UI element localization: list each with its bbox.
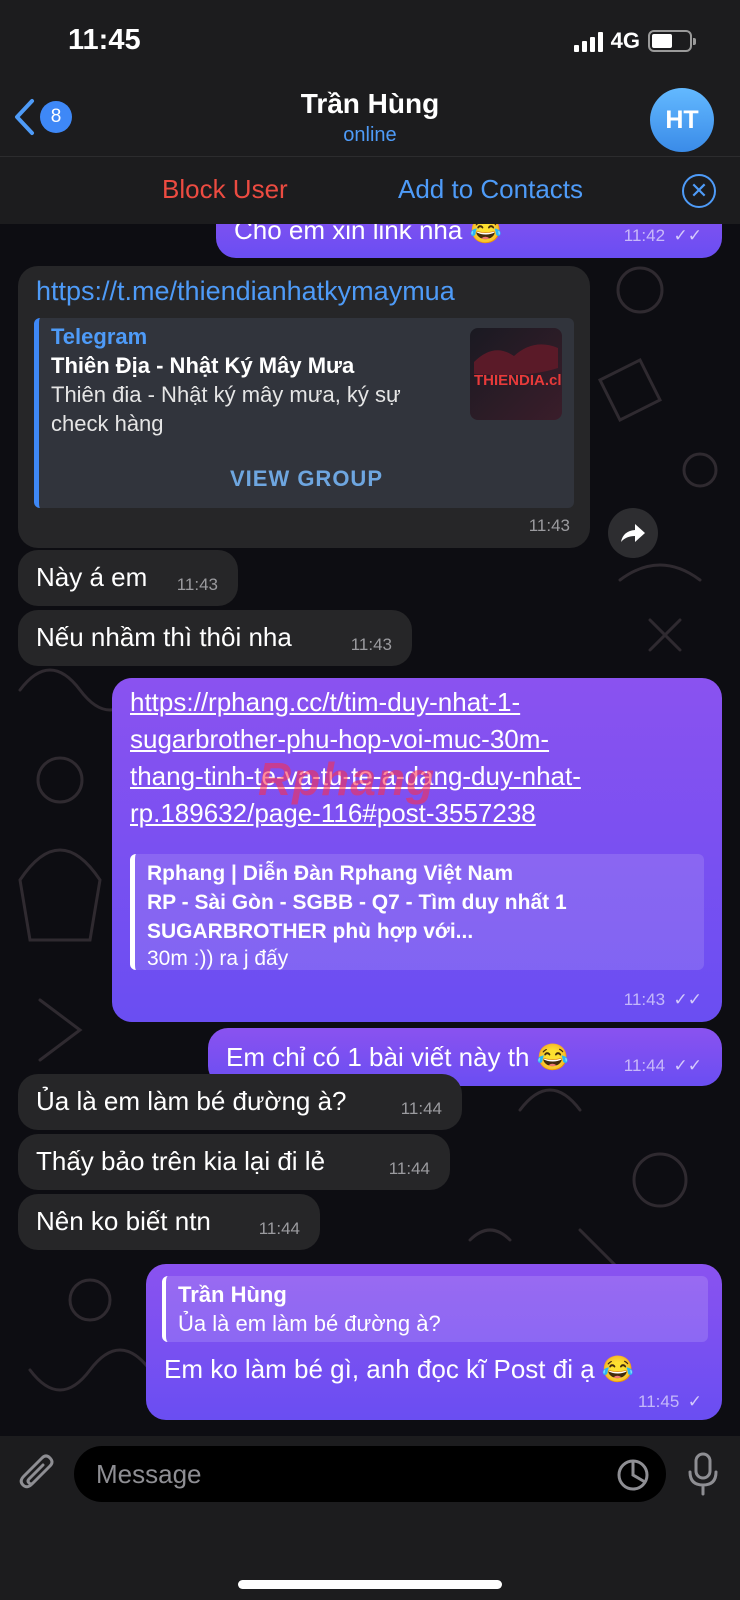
message-text: Ủa là em làm bé đường à? [36,1086,347,1116]
message-text: Này á em [36,562,148,592]
message-link[interactable]: https://rphang.cc/t/tim-duy-nhat-1- [130,684,520,721]
avatar[interactable]: HT [650,88,714,152]
message-time: 11:43 [176,575,218,594]
read-checkmarks-icon: ✓✓ [673,1056,703,1075]
battery-icon [648,30,696,52]
message-text: Em ko làm bé gì, anh đọc kĩ Post đi ạ 😂 [164,1354,635,1384]
thumbnail-label: THIENDIA.club [474,372,562,389]
block-user-button[interactable]: Block User [162,174,288,205]
message-meta: 11:43 ✓✓ [624,990,702,1010]
preview-thumbnail: THIENDIA.club [470,328,562,420]
message-time: 11:44 [258,1219,300,1238]
preview-description: 30m :)) ra j đấy [147,947,289,970]
message-link[interactable]: https://t.me/thiendianhatkymaymua [36,276,455,307]
preview-description: check hàng [51,411,164,436]
close-icon[interactable]: ✕ [682,174,716,208]
cellular-signal-icon [573,30,603,52]
read-checkmarks-icon: ✓✓ [673,990,703,1009]
message-meta: 11:42 ✓✓ [624,226,702,246]
status-icons: 4G [573,28,696,54]
add-to-contacts-button[interactable]: Add to Contacts [398,174,583,205]
preview-title: Rphang | Diễn Đàn Rphang Việt Nam [147,862,514,885]
view-group-button[interactable]: VIEW GROUP [39,466,574,492]
message-text: Em chỉ có 1 bài viết này th 😂 [226,1042,570,1072]
message-text: Nếu nhầm thì thôi nha [36,622,292,652]
message-text: Nên ko biết ntn [36,1206,211,1236]
message-time: 11:44 [388,1159,430,1178]
read-checkmarks-icon: ✓✓ [673,226,703,245]
reply-quote[interactable]: Trần Hùng Ủa là em làm bé đường à? [162,1276,708,1342]
message-time: 11:43 [623,990,666,1009]
message-incoming[interactable]: Thấy bảo trên kia lại đi lẻ 11:44 [18,1134,450,1190]
message-time: 11:43 [350,635,392,654]
chat-title[interactable]: Trần Hùng [0,88,740,120]
message-outgoing-link[interactable]: https://rphang.cc/t/tim-duy-nhat-1- suga… [112,678,722,1022]
message-composer [0,1436,740,1600]
reply-author: Trần Hùng [178,1282,287,1307]
message-incoming[interactable]: Nên ko biết ntn 11:44 [18,1194,320,1250]
message-input[interactable] [74,1446,666,1502]
chat-status: online [343,124,397,146]
sent-checkmark-icon: ✓ [687,1392,702,1411]
share-button[interactable] [608,508,658,558]
home-indicator [238,1580,502,1589]
message-time: 11:45 [638,1392,680,1411]
sticker-icon[interactable] [616,1458,650,1492]
message-incoming-link[interactable]: https://t.me/thiendianhatkymaymua Telegr… [18,266,590,548]
message-time: 11:43 [528,516,570,535]
microphone-icon[interactable] [686,1452,720,1496]
preview-description: Thiên đia - Nhật ký mây mưa, ký sự [51,382,401,407]
paperclip-icon[interactable] [18,1454,58,1498]
message-incoming[interactable]: Này á em 11:43 [18,550,238,606]
message-incoming[interactable]: Nếu nhầm thì thôi nha 11:43 [18,610,412,666]
contact-action-bar: Block User Add to Contacts ✕ [0,156,740,224]
chevron-left-icon [15,99,34,135]
back-button[interactable]: 8 [12,98,72,136]
message-incoming[interactable]: Ủa là em làm bé đường à? 11:44 [18,1074,462,1130]
link-preview[interactable]: Telegram Thiên Địa - Nhật Ký Mây Mưa Thi… [34,318,574,508]
share-arrow-icon [621,524,645,542]
preview-site: Telegram [51,324,148,349]
message-time: 11:44 [623,1056,666,1075]
message-time: 11:42 [623,226,666,245]
message-time: 11:44 [400,1099,442,1118]
message-meta: 11:45 ✓ [638,1392,702,1412]
message-text: Thấy bảo trên kia lại đi lẻ [36,1146,326,1176]
link-preview[interactable]: Rphang | Diễn Đàn Rphang Việt Nam RP - S… [130,854,704,970]
unread-badge: 8 [40,101,72,133]
preview-title: Thiên Địa - Nhật Ký Mây Mưa [51,353,355,378]
chat-header: Trần Hùng online 8 HT [0,80,740,156]
network-type: 4G [610,28,640,53]
preview-title: RP - Sài Gòn - SGBB - Q7 - Tìm duy nhất … [147,891,567,914]
chat-screen: 11:45 4G Trần Hùng online 8 HT Block Use… [0,0,740,1600]
preview-title: SUGARBROTHER phù hợp với... [147,920,474,943]
status-time: 11:45 [68,24,141,56]
message-outgoing-reply[interactable]: Trần Hùng Ủa là em làm bé đường à? Em ko… [146,1264,722,1420]
status-bar: 11:45 4G [0,0,740,80]
message-meta: 11:44 ✓✓ [624,1056,702,1076]
watermark: Rphang [258,753,436,805]
reply-text: Ủa là em làm bé đường à? [178,1311,441,1336]
